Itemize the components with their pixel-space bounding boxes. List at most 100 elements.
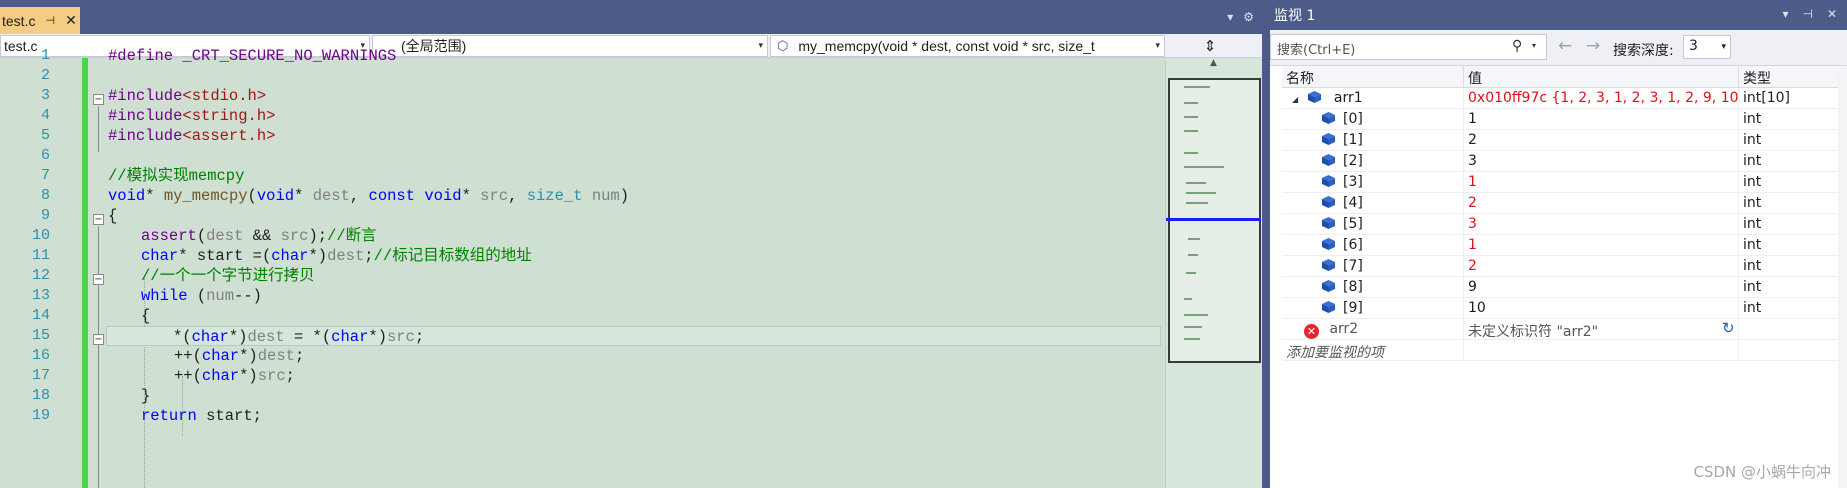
watch-row-element[interactable]: [4] 2 int	[1282, 193, 1838, 214]
watch-title: 监视 1	[1274, 8, 1316, 24]
column-header-value[interactable]: 值	[1463, 66, 1738, 88]
fold-toggle[interactable]: −	[93, 274, 104, 285]
watch-type: int	[1738, 235, 1838, 256]
add-watch-row[interactable]: 添加要监视的项	[1282, 340, 1838, 361]
code-text-area[interactable]: #define _CRT_SECURE_NO_WARNINGS #include…	[106, 47, 1163, 488]
watch-row-element[interactable]: [5] 3 int	[1282, 214, 1838, 235]
watch-row-element[interactable]: [3] 1 int	[1282, 172, 1838, 193]
line-number: 17	[31, 367, 50, 384]
watch-type: int	[1738, 214, 1838, 235]
line-number: 10	[31, 227, 50, 244]
function-cube-icon: ⬡	[777, 38, 789, 53]
minimap-line	[1186, 272, 1196, 274]
search-previous-arrow-icon[interactable]: ←	[1558, 36, 1572, 56]
add-watch-placeholder[interactable]: 添加要监视的项	[1282, 340, 1463, 361]
watch-row-element[interactable]: [0] 1 int	[1282, 109, 1838, 130]
watch-name: [4]	[1343, 195, 1363, 211]
line-number: 14	[31, 307, 50, 324]
global-scope-combo[interactable]: (全局范围) ▾	[372, 35, 768, 57]
watch-value: 3	[1463, 151, 1738, 172]
watch-value: 1	[1463, 109, 1738, 130]
code-line: ++(char*)src;	[174, 367, 295, 385]
code-line: assert(dest && src);//断言	[141, 227, 377, 245]
line-number: 13	[31, 287, 50, 304]
code-line: //一个一个字节进行拷贝	[141, 267, 315, 285]
fold-toggle[interactable]: −	[93, 334, 104, 345]
minimap-line	[1186, 182, 1206, 184]
pin-icon[interactable]: ⊣	[45, 14, 55, 27]
line-number: 9	[40, 207, 50, 224]
watch-type: int	[1738, 277, 1838, 298]
line-number: 4	[40, 107, 50, 124]
minimap-line	[1184, 116, 1198, 118]
search-depth-combo[interactable]: 3 ▾	[1683, 35, 1731, 59]
watch-name: [6]	[1343, 237, 1363, 253]
watch-value-changed: 3	[1463, 214, 1738, 235]
column-header-name[interactable]: 名称	[1282, 66, 1463, 88]
split-window-button[interactable]: ⇕	[1170, 35, 1250, 57]
tab-list-dropdown-icon[interactable]: ▾	[1227, 10, 1233, 24]
gear-icon[interactable]: ⚙	[1243, 10, 1254, 24]
search-options-chevron-icon[interactable]: ▾	[1532, 41, 1536, 50]
variable-cube-icon	[1322, 154, 1335, 166]
function-combo[interactable]: ⬡ my_memcpy(void * dest, const void * sr…	[770, 35, 1165, 57]
watch-row-element[interactable]: [8] 9 int	[1282, 277, 1838, 298]
change-tracking-bar	[82, 58, 88, 488]
scroll-up-icon[interactable]: ▲	[1210, 58, 1217, 68]
code-editor-pane[interactable]: test.c ⊣ ✕ ▾ ⚙ test.c ▾ (全局范围) ▾ ⬡ my_me…	[0, 0, 1262, 488]
minimap-line	[1184, 166, 1224, 168]
watch-grid[interactable]: 名称 值 类型 ◢ arr1 0x010ff97c {1, 2, 3, 1, 2…	[1282, 66, 1847, 488]
code-minimap[interactable]: ▲	[1165, 58, 1262, 488]
watch-row-element[interactable]: [9] 10 int	[1282, 298, 1838, 319]
watch-search-input[interactable]: 搜索(Ctrl+E)	[1270, 34, 1547, 60]
line-number: 3	[40, 87, 50, 104]
expanded-triangle-icon[interactable]: ◢	[1292, 95, 1304, 104]
watch-name: arr1	[1333, 90, 1363, 106]
watch-row-arr1[interactable]: ◢ arr1 0x010ff97c {1, 2, 3, 1, 2, 3, 1, …	[1282, 88, 1838, 109]
fold-toggle[interactable]: −	[93, 214, 104, 225]
line-number: 19	[31, 407, 50, 424]
watch-row-element[interactable]: [6] 1 int	[1282, 235, 1838, 256]
refresh-icon[interactable]: ↻	[1722, 319, 1735, 337]
minimap-line	[1186, 192, 1216, 194]
global-scope-value: (全局范围)	[401, 38, 467, 54]
variable-cube-icon	[1322, 217, 1335, 229]
watch-row-element[interactable]: [7] 2 int	[1282, 256, 1838, 277]
watch-scrollbar[interactable]	[1838, 66, 1847, 488]
minimap-line	[1188, 254, 1198, 256]
fold-toggle[interactable]: −	[93, 94, 104, 105]
error-icon: ✕	[1304, 324, 1319, 339]
watch-row-element[interactable]: [1] 2 int	[1282, 130, 1838, 151]
search-next-arrow-icon[interactable]: →	[1586, 36, 1600, 56]
minimap-line	[1184, 326, 1202, 328]
window-menu-icon[interactable]: ▾	[1782, 7, 1788, 21]
code-line: }	[141, 387, 151, 405]
line-number: 7	[40, 167, 50, 184]
pin-icon[interactable]: ⊣	[1802, 7, 1812, 21]
line-number: 18	[31, 387, 50, 404]
watch-value: 10	[1463, 298, 1738, 319]
minimap-line	[1184, 130, 1198, 132]
watch-value-changed: 1	[1463, 172, 1738, 193]
watch-grid-header: 名称 值 类型	[1282, 66, 1838, 88]
watch-value-changed: 1	[1463, 235, 1738, 256]
watch-type	[1738, 319, 1838, 340]
code-line: ++(char*)dest;	[174, 347, 305, 365]
error-message: 未定义标识符 "arr2"	[1468, 324, 1599, 340]
watch-row-element[interactable]: [2] 3 int	[1282, 151, 1838, 172]
close-tab-icon[interactable]: ✕	[65, 13, 77, 29]
search-icon[interactable]: ⚲	[1512, 38, 1522, 54]
close-icon[interactable]: ✕	[1827, 7, 1837, 21]
minimap-cursor-marker	[1166, 218, 1261, 221]
watch-type: int	[1738, 151, 1838, 172]
line-number: 1	[40, 47, 50, 64]
minimap-line	[1184, 102, 1198, 104]
variable-cube-icon	[1322, 175, 1335, 187]
tab-test-c[interactable]: test.c ⊣ ✕	[0, 7, 80, 34]
variable-cube-icon	[1322, 133, 1335, 145]
fold-guide	[98, 106, 99, 152]
watch-name: [2]	[1343, 153, 1363, 169]
watch-row-arr2[interactable]: ✕ arr2 未定义标识符 "arr2" ↻	[1282, 319, 1838, 340]
pane-splitter[interactable]	[1262, 0, 1270, 488]
column-header-type[interactable]: 类型	[1738, 66, 1838, 88]
